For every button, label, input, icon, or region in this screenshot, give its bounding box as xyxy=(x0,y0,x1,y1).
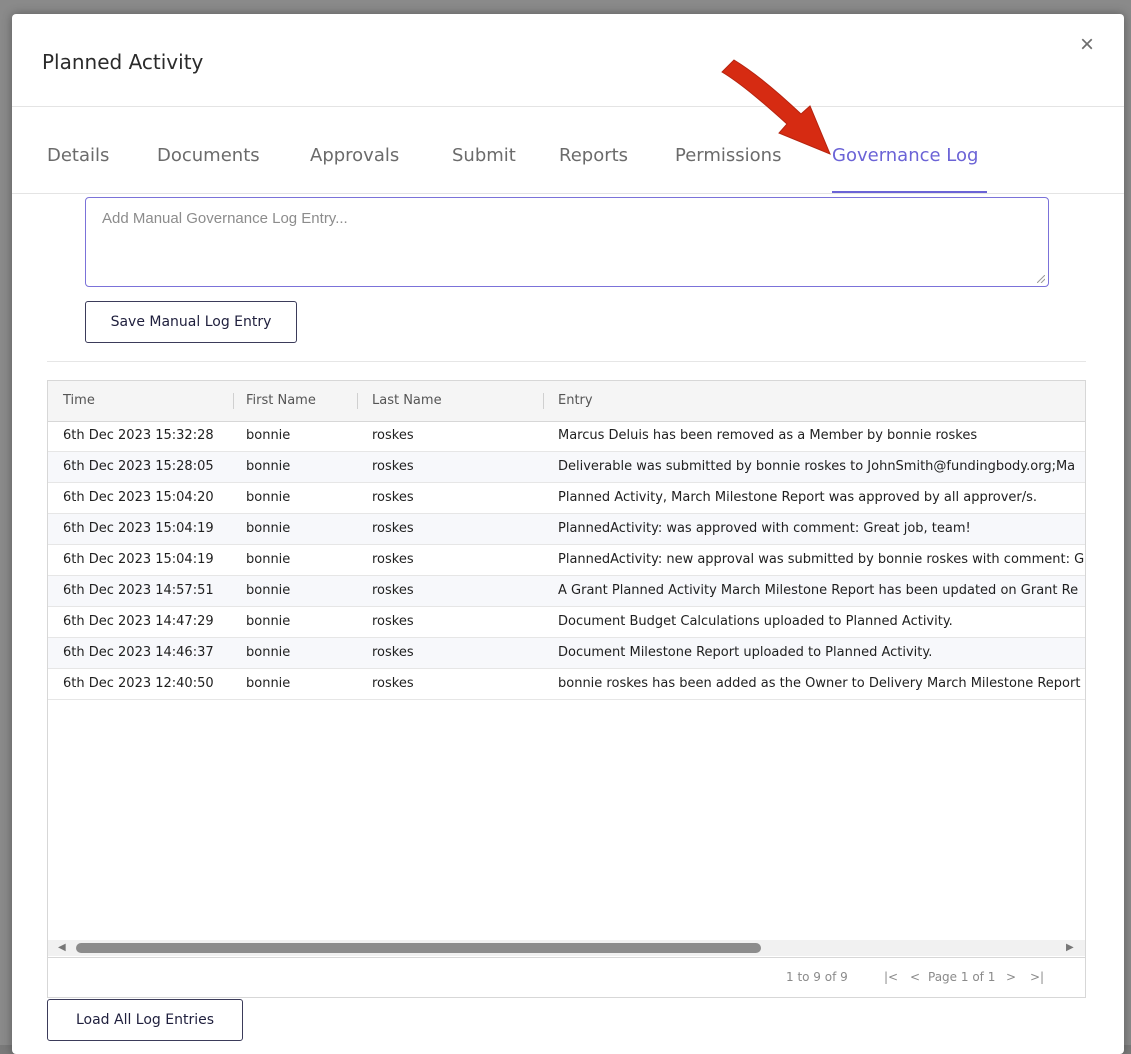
column-header-last-name[interactable]: Last Name xyxy=(372,381,442,421)
load-all-log-entries-button[interactable]: Load All Log Entries xyxy=(47,999,243,1041)
cell-entry: Document Milestone Report uploaded to Pl… xyxy=(558,645,933,660)
scrollbar-thumb[interactable] xyxy=(76,943,761,953)
column-header-first-name[interactable]: First Name xyxy=(246,381,316,421)
cell-first-name: bonnie xyxy=(246,521,291,536)
previous-page-button[interactable]: < xyxy=(910,970,920,984)
cell-time: 6th Dec 2023 15:28:05 xyxy=(63,459,214,474)
cell-last-name: roskes xyxy=(372,490,414,505)
cell-last-name: roskes xyxy=(372,552,414,567)
cell-first-name: bonnie xyxy=(246,428,291,443)
save-manual-log-entry-button[interactable]: Save Manual Log Entry xyxy=(85,301,297,343)
row-count-summary: 1 to 9 of 9 xyxy=(786,970,848,984)
cell-first-name: bonnie xyxy=(246,614,291,629)
cell-first-name: bonnie xyxy=(246,676,291,691)
column-separator[interactable] xyxy=(543,393,544,409)
cell-first-name: bonnie xyxy=(246,490,291,505)
cell-time: 6th Dec 2023 15:04:19 xyxy=(63,521,214,536)
cell-last-name: roskes xyxy=(372,428,414,443)
cell-entry: Marcus Deluis has been removed as a Memb… xyxy=(558,428,978,443)
scroll-right-icon[interactable]: ▶ xyxy=(1066,942,1074,953)
table-row[interactable]: 6th Dec 2023 15:04:19 bonnie roskes Plan… xyxy=(48,545,1085,576)
table-row[interactable]: 6th Dec 2023 14:47:29 bonnie roskes Docu… xyxy=(48,607,1085,638)
tab-details[interactable]: Details xyxy=(47,145,109,166)
cell-last-name: roskes xyxy=(372,676,414,691)
cell-entry: Planned Activity, March Milestone Report… xyxy=(558,490,1038,505)
cell-first-name: bonnie xyxy=(246,459,291,474)
cell-first-name: bonnie xyxy=(246,552,291,567)
cell-last-name: roskes xyxy=(372,459,414,474)
cell-last-name: roskes xyxy=(372,583,414,598)
resize-grip-icon[interactable] xyxy=(1037,275,1045,283)
table-row[interactable]: 6th Dec 2023 12:40:50 bonnie roskes bonn… xyxy=(48,669,1085,700)
cell-first-name: bonnie xyxy=(246,645,291,660)
manual-log-entry-input[interactable]: Add Manual Governance Log Entry... xyxy=(85,197,1049,287)
tab-bar: Details Documents Approvals Submit Repor… xyxy=(12,107,1124,194)
column-header-entry[interactable]: Entry xyxy=(558,381,593,421)
cell-time: 6th Dec 2023 14:46:37 xyxy=(63,645,214,660)
tab-submit[interactable]: Submit xyxy=(452,145,516,166)
scroll-left-icon[interactable]: ◀ xyxy=(58,942,66,953)
last-page-button[interactable]: >| xyxy=(1030,970,1044,984)
cell-entry: Deliverable was submitted by bonnie rosk… xyxy=(558,459,1076,474)
active-tab-indicator xyxy=(832,191,987,193)
tab-reports[interactable]: Reports xyxy=(559,145,628,166)
column-separator[interactable] xyxy=(357,393,358,409)
cell-last-name: roskes xyxy=(372,614,414,629)
cell-time: 6th Dec 2023 15:04:20 xyxy=(63,490,214,505)
next-page-button[interactable]: > xyxy=(1006,970,1016,984)
column-separator[interactable] xyxy=(233,393,234,409)
table-row[interactable]: 6th Dec 2023 15:32:28 bonnie roskes Marc… xyxy=(48,421,1085,452)
cell-time: 6th Dec 2023 14:47:29 xyxy=(63,614,214,629)
table-row[interactable]: 6th Dec 2023 15:04:20 bonnie roskes Plan… xyxy=(48,483,1085,514)
table-row[interactable]: 6th Dec 2023 14:46:37 bonnie roskes Docu… xyxy=(48,638,1085,669)
cell-time: 6th Dec 2023 14:57:51 xyxy=(63,583,214,598)
tab-documents[interactable]: Documents xyxy=(157,145,260,166)
page-indicator: Page 1 of 1 xyxy=(928,970,996,984)
cell-entry: PlannedActivity: new approval was submit… xyxy=(558,552,1085,567)
cell-last-name: roskes xyxy=(372,645,414,660)
column-header-time[interactable]: Time xyxy=(63,381,95,421)
modal-title: Planned Activity xyxy=(42,50,204,74)
cell-time: 6th Dec 2023 15:04:19 xyxy=(63,552,214,567)
horizontal-scrollbar[interactable]: ◀ ▶ xyxy=(48,940,1085,956)
section-divider xyxy=(47,361,1086,362)
table-row[interactable]: 6th Dec 2023 15:28:05 bonnie roskes Deli… xyxy=(48,452,1085,483)
first-page-button[interactable]: |< xyxy=(884,970,898,984)
table-row[interactable]: 6th Dec 2023 15:04:19 bonnie roskes Plan… xyxy=(48,514,1085,545)
cell-time: 6th Dec 2023 15:32:28 xyxy=(63,428,214,443)
planned-activity-modal: Planned Activity × Details Documents App… xyxy=(12,14,1124,1054)
cell-time: 6th Dec 2023 12:40:50 xyxy=(63,676,214,691)
tab-approvals[interactable]: Approvals xyxy=(310,145,399,166)
close-icon[interactable]: × xyxy=(1074,32,1100,58)
governance-log-grid: Time First Name Last Name Entry 6th Dec … xyxy=(47,380,1086,998)
cell-entry: Document Budget Calculations uploaded to… xyxy=(558,614,953,629)
arrow-annotation xyxy=(721,59,831,155)
cell-last-name: roskes xyxy=(372,521,414,536)
tab-governance-log[interactable]: Governance Log xyxy=(832,145,978,166)
cell-entry: A Grant Planned Activity March Milestone… xyxy=(558,583,1079,598)
cell-entry: PlannedActivity: was approved with comme… xyxy=(558,521,971,536)
table-row[interactable]: 6th Dec 2023 14:57:51 bonnie roskes A Gr… xyxy=(48,576,1085,607)
cell-entry: bonnie roskes has been added as the Owne… xyxy=(558,676,1081,691)
cell-first-name: bonnie xyxy=(246,583,291,598)
manual-log-entry-placeholder: Add Manual Governance Log Entry... xyxy=(102,210,348,227)
pagination-bar: 1 to 9 of 9 |< < Page 1 of 1 > >| xyxy=(48,957,1085,997)
grid-header: Time First Name Last Name Entry xyxy=(48,381,1085,422)
